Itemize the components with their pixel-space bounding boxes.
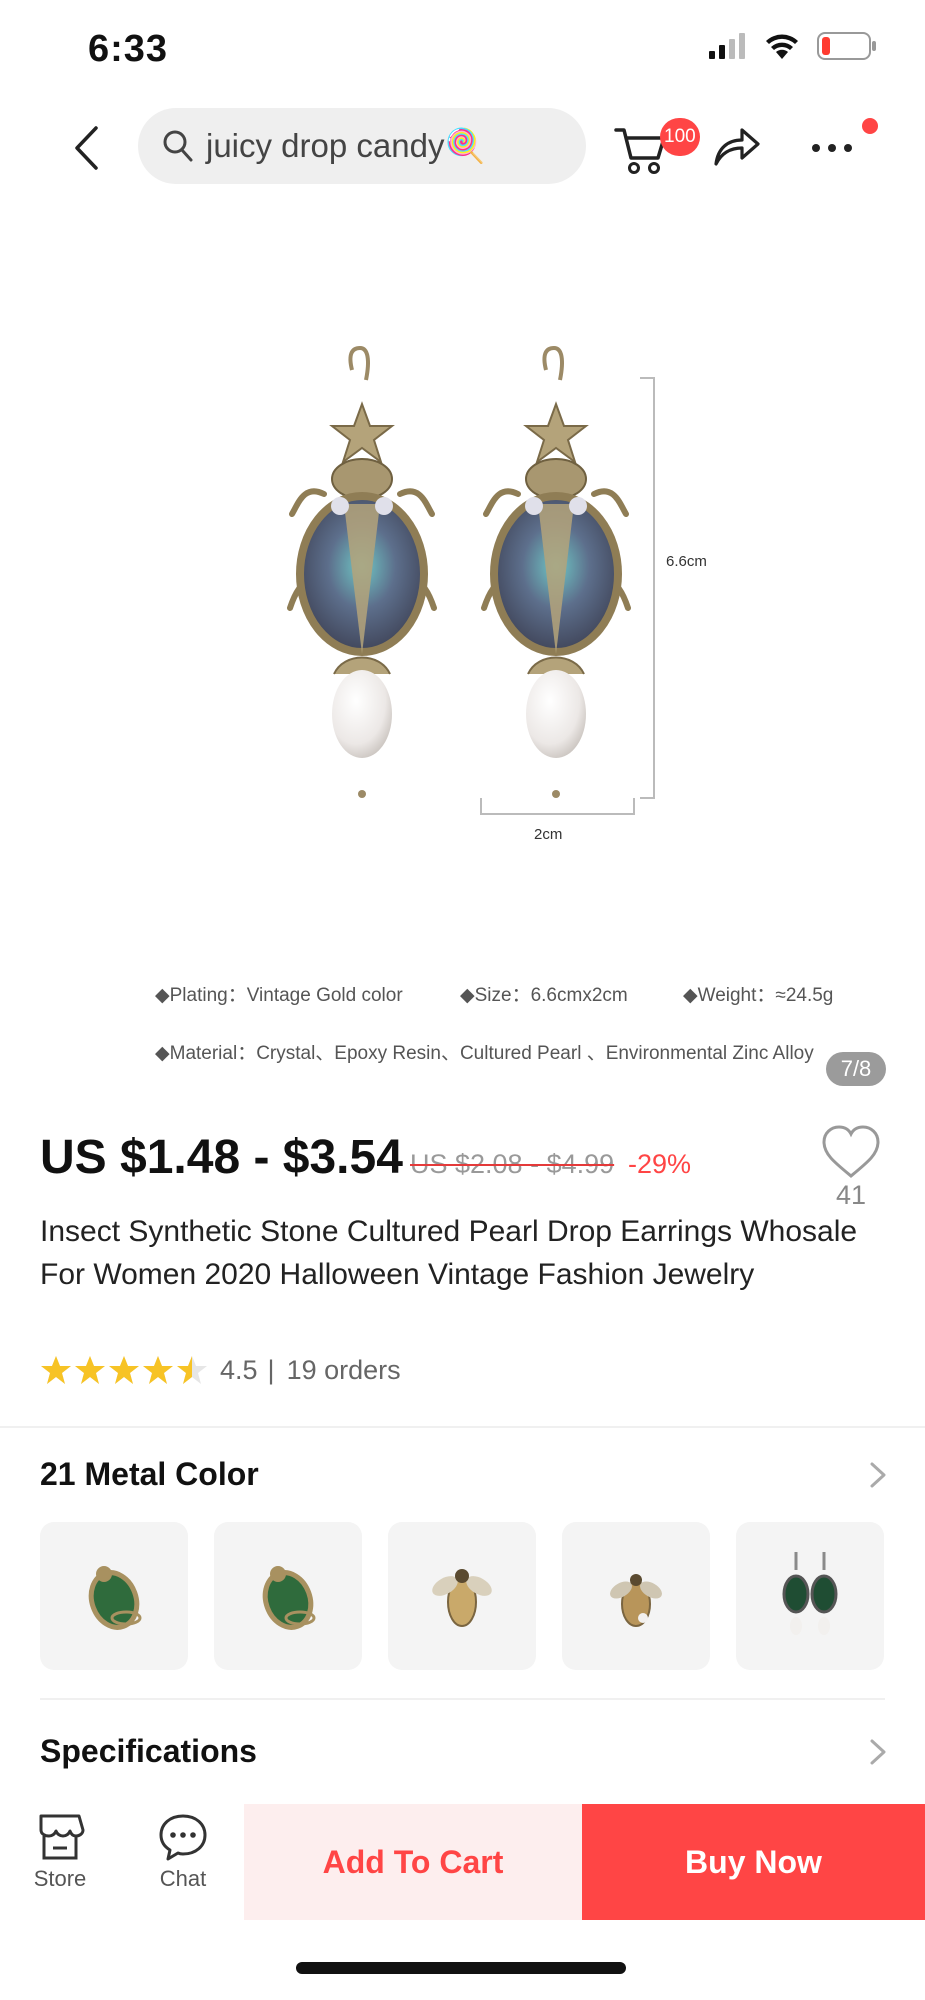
spec-weight: ◆Weight：≈24.5g (683, 985, 834, 1006)
rating-value: 4.5 (220, 1354, 258, 1385)
share-button[interactable] (712, 124, 764, 172)
specifications-title[interactable]: Specifications (40, 1733, 257, 1770)
dimension-height-label: 6.6cm (666, 553, 707, 570)
battery-icon (817, 32, 876, 60)
star-icon (143, 1356, 173, 1384)
more-options-button[interactable] (808, 128, 870, 168)
green-beetle-ring-icon (262, 1566, 316, 1630)
product-image-gallery[interactable]: 6.6cm 2cm ◆Plating：Vintage Gold color ◆S… (0, 204, 925, 1104)
chat-button[interactable]: Chat (133, 1812, 233, 1892)
star-icon (75, 1356, 105, 1384)
bee-brooch-icon (432, 1569, 492, 1627)
green-beetle-earrings-icon (782, 1552, 838, 1635)
dimension-width-label: 2cm (534, 826, 563, 843)
signal-icon (709, 33, 745, 59)
variant-chevron[interactable] (862, 1460, 892, 1495)
rating-stars (40, 1354, 208, 1386)
bee-brooch-icon (610, 1574, 662, 1627)
variant-thumb-3[interactable] (388, 1522, 536, 1670)
spec-plating: ◆Plating：Vintage Gold color (155, 985, 403, 1006)
wishlist-button[interactable] (820, 1124, 882, 1184)
wishlist-count: 41 (835, 1180, 867, 1210)
cart-count-badge: 100 (660, 118, 700, 156)
chat-label: Chat (159, 1866, 207, 1891)
discount-badge: -29% (628, 1149, 692, 1179)
variant-thumb-5[interactable] (736, 1522, 884, 1670)
chat-icon (159, 1814, 207, 1861)
gallery-page-indicator: 7/8 (826, 1052, 886, 1086)
wifi-icon (766, 34, 798, 59)
green-beetle-ring-icon (88, 1566, 142, 1630)
add-to-cart-button[interactable]: Add To Cart (244, 1804, 582, 1920)
share-icon (714, 128, 760, 166)
store-button[interactable]: Store (10, 1812, 110, 1892)
star-icon (109, 1356, 139, 1384)
chevron-right-icon (870, 1739, 886, 1765)
more-dots-icon (812, 144, 852, 152)
heart-icon (822, 1125, 880, 1178)
variant-section-title[interactable]: 21 Metal Color (40, 1456, 259, 1493)
orders-count: 19 orders (286, 1354, 401, 1385)
original-price: US $2.08 - $4.99 (410, 1149, 615, 1179)
status-icons (707, 32, 877, 60)
section-divider (40, 1698, 885, 1700)
specifications-chevron[interactable] (862, 1737, 892, 1772)
earrings-image (287, 345, 655, 815)
star-icon (41, 1356, 71, 1384)
rating-row[interactable]: 4.5 | 19 orders (40, 1354, 401, 1386)
search-icon (163, 130, 193, 162)
chevron-left-icon (75, 126, 98, 170)
product-title: Insect Synthetic Stone Cultured Pearl Dr… (40, 1215, 858, 1291)
variant-thumb-2[interactable] (214, 1522, 362, 1670)
rating-separator: | (267, 1354, 275, 1385)
notification-dot (862, 118, 878, 134)
section-divider (0, 1426, 925, 1428)
spec-material: ◆Material：Crystal、Epoxy Resin、Cultured P… (155, 1043, 814, 1064)
store-label: Store (33, 1866, 87, 1891)
star-icon (177, 1356, 207, 1384)
home-indicator[interactable] (296, 1962, 626, 1974)
back-button[interactable] (60, 118, 112, 178)
search-bar[interactable]: juicy drop candy🍭 (138, 108, 586, 184)
chevron-right-icon (870, 1462, 886, 1488)
spec-size: ◆Size：6.6cmx2cm (460, 985, 628, 1006)
status-time: 6:33 (88, 28, 169, 70)
search-query: juicy drop candy🍭 (206, 126, 486, 164)
store-icon (39, 1814, 85, 1860)
buy-now-button[interactable]: Buy Now (582, 1804, 925, 1920)
variant-thumb-4[interactable] (562, 1522, 710, 1670)
product-price: US $1.48 - $3.54 (40, 1131, 403, 1184)
variant-thumb-1[interactable] (40, 1522, 188, 1670)
variant-thumbnails (40, 1522, 884, 1670)
